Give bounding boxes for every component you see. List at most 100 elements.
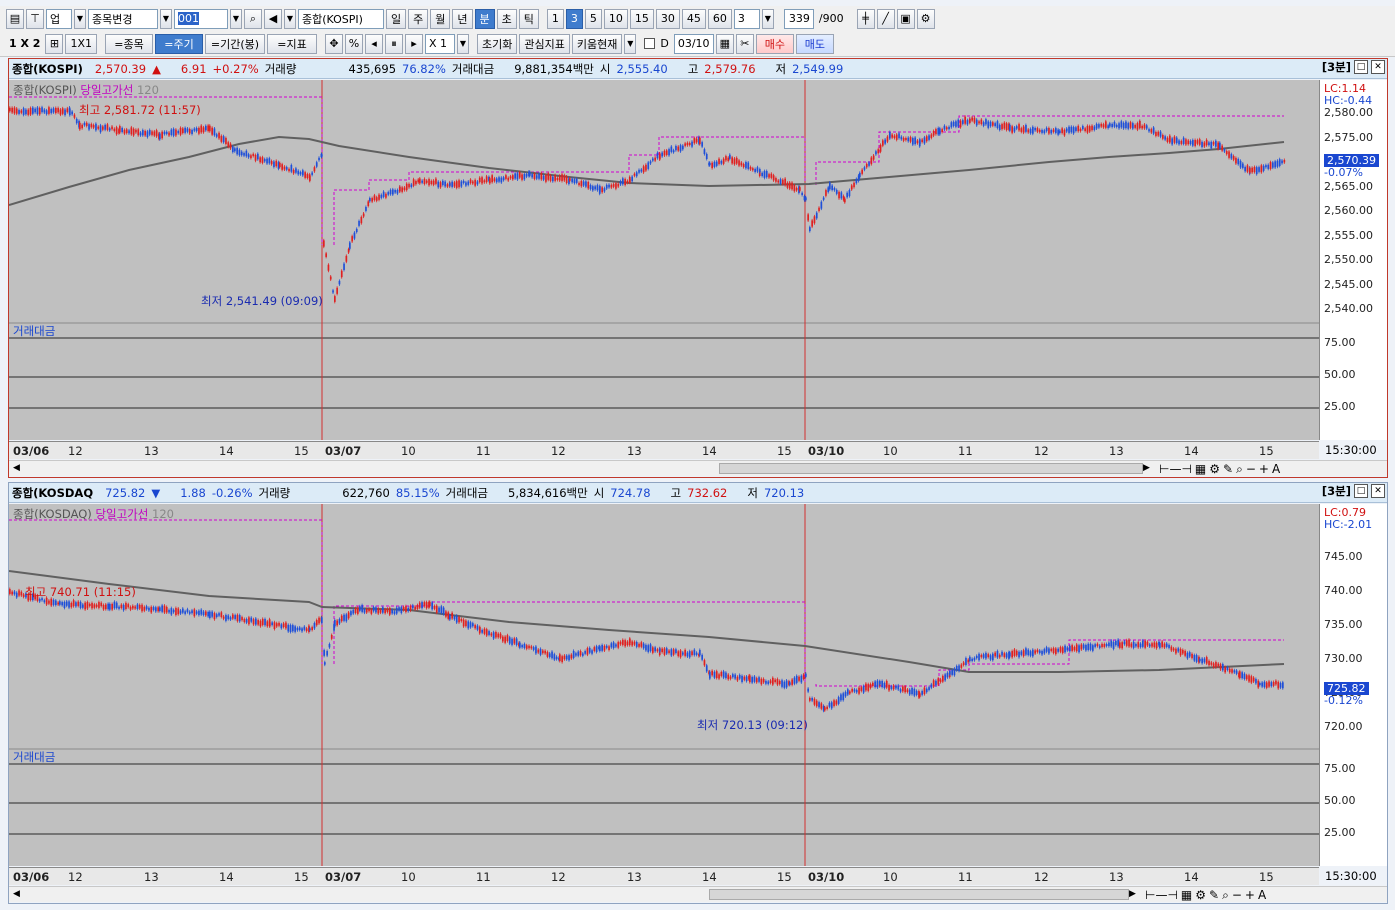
gear-icon[interactable]: ⚙ [916, 8, 935, 29]
period-tick[interactable]: 틱 [518, 8, 539, 29]
chevron-down-icon[interactable]: ▼ [457, 33, 469, 54]
stock-change-combo[interactable]: 종목변경 [88, 8, 158, 29]
market-combo[interactable]: 업 [46, 8, 72, 29]
scissors-icon[interactable]: ✂ [735, 33, 754, 54]
period-day[interactable]: 일 [386, 8, 407, 29]
period-month[interactable]: 월 [430, 8, 451, 29]
chevron-down-icon[interactable]: ▼ [230, 8, 242, 29]
code-input[interactable]: 001 [174, 8, 228, 29]
zoom-in-icon[interactable]: + [1259, 462, 1269, 476]
zoom-combo[interactable]: X 1 [425, 33, 455, 54]
tool-icon[interactable]: ▦ [1181, 888, 1192, 902]
period-year[interactable]: 년 [452, 8, 473, 29]
font-icon[interactable]: A [1272, 462, 1280, 476]
interval-30[interactable]: 30 [655, 8, 680, 29]
kiwoom-current-combo[interactable]: 키움현재 [571, 33, 623, 54]
sync-stock-button[interactable]: =종목 [105, 33, 153, 54]
kosdaq-scrollbar[interactable]: ◀ ▶ ⊢—⊣ ▦ ⚙ ✎ ⌕ − + A [9, 886, 1387, 902]
interval-3[interactable]: 3 [565, 8, 583, 29]
pause-icon[interactable]: ⏸ [385, 33, 403, 54]
kosdaq-price-area[interactable]: 종합(KOSDAQ) 당일고가선 120 최고 740.71 (11:15) 최… [8, 504, 1319, 866]
zoom-out-icon[interactable]: − [1246, 462, 1256, 476]
chevron-down-icon[interactable]: ▼ [74, 8, 86, 29]
stock-name-field[interactable]: 종합(KOSPI) [298, 8, 384, 29]
scroll-thumb[interactable] [719, 463, 1143, 474]
font-icon[interactable]: A [1258, 888, 1266, 902]
maximize-icon[interactable]: □ [1354, 484, 1368, 498]
chevron-down-icon[interactable]: ▼ [284, 8, 296, 29]
candle-body [268, 158, 271, 164]
save-icon[interactable]: ▣ [896, 8, 915, 29]
period-minute[interactable]: 분 [474, 8, 495, 29]
candle-icon[interactable]: ╪ [856, 8, 875, 29]
x-tick: 10 [883, 870, 898, 884]
crosshair-icon[interactable]: ✥ [325, 33, 343, 54]
interval-combo[interactable]: 3 [733, 8, 760, 29]
draw-icon[interactable]: ✎ [1223, 462, 1233, 476]
buy-button[interactable]: 매수 [755, 33, 794, 54]
calendar-icon[interactable]: ▦ [715, 33, 734, 54]
interval-45[interactable]: 45 [681, 8, 706, 29]
search-icon[interactable]: ⌕ [244, 8, 262, 29]
day-high-line [815, 115, 1284, 185]
period-week[interactable]: 주 [408, 8, 429, 29]
interval-5[interactable]: 5 [584, 8, 602, 29]
layout-label[interactable]: 1 X 2 [6, 37, 43, 50]
chevron-down-icon[interactable]: ▼ [761, 8, 774, 29]
scroll-left-icon[interactable]: ◀ [13, 889, 20, 899]
kospi-price-area[interactable]: 종합(KOSPI) 당일고가선 120 최고 2,581.72 (11:57) … [8, 80, 1319, 440]
scroll-right-icon[interactable]: ▶ [1129, 889, 1136, 899]
slider-icon[interactable]: ⊢—⊣ [1145, 888, 1178, 902]
date-input[interactable]: 03/10 [673, 33, 714, 54]
sync-period-button[interactable]: =주기 [155, 33, 203, 54]
layout-1x1-button[interactable]: 1X1 [65, 33, 97, 54]
layout-icon[interactable]: ▤ [6, 8, 24, 29]
scroll-thumb[interactable] [709, 889, 1129, 900]
percent-button[interactable]: % [345, 33, 363, 54]
grid-icon[interactable]: ⊞ [45, 33, 64, 54]
draw-icon[interactable]: ✎ [1209, 888, 1219, 902]
zoom-out-icon[interactable]: − [1232, 888, 1242, 902]
close-icon[interactable]: ✕ [1371, 484, 1385, 498]
reset-button[interactable]: 초기화 [477, 33, 518, 54]
sync-indicator-button[interactable]: =지표 [267, 33, 317, 54]
chevron-down-icon[interactable]: ▼ [624, 33, 637, 54]
interval-10[interactable]: 10 [603, 8, 628, 29]
slider-icon[interactable]: ⊢—⊣ [1159, 462, 1192, 476]
candle-body [1193, 655, 1196, 661]
maximize-icon[interactable]: □ [1354, 60, 1368, 74]
interval-15[interactable]: 15 [629, 8, 654, 29]
scroll-right-icon[interactable]: ▶ [1143, 463, 1150, 473]
interval-1[interactable]: 1 [546, 8, 564, 29]
candle-body [703, 660, 706, 666]
zoom-icon[interactable]: ⌕ [1222, 888, 1229, 903]
settings-icon[interactable]: ⚙ [1195, 888, 1206, 902]
next-icon[interactable]: ▸ [405, 33, 423, 54]
settings-icon[interactable]: ⚙ [1209, 462, 1220, 476]
kospi-scrollbar[interactable]: ◀ ▶ ⊢—⊣ ▦ ⚙ ✎ ⌕ − + A [9, 460, 1387, 476]
candle-body [755, 678, 758, 683]
draw-icon[interactable]: ╱ [876, 8, 895, 29]
zoom-icon[interactable]: ⌕ [1236, 462, 1243, 477]
chevron-down-icon[interactable]: ▼ [160, 8, 172, 29]
zoom-in-icon[interactable]: + [1245, 888, 1255, 902]
d-checkbox[interactable] [644, 38, 656, 49]
change-value: 1.88 [180, 485, 206, 500]
candle-body [935, 129, 937, 135]
candle-body [777, 180, 780, 183]
favorites-button[interactable]: 관심지표 [519, 33, 570, 54]
prev-icon[interactable]: ◂ [365, 33, 383, 54]
candle-body [605, 645, 608, 648]
interval-60[interactable]: 60 [707, 8, 732, 29]
candle-body [1157, 131, 1160, 136]
close-icon[interactable]: ✕ [1371, 60, 1385, 74]
candle-body [891, 134, 893, 138]
tool-icon[interactable]: ▦ [1195, 462, 1206, 476]
speaker-icon[interactable]: ◀ [264, 8, 282, 29]
sync-range-button[interactable]: =기간(봉) [205, 33, 265, 54]
count-input[interactable]: 339 [783, 8, 814, 29]
pin-icon[interactable]: ⊤ [26, 8, 44, 29]
scroll-left-icon[interactable]: ◀ [13, 463, 20, 473]
period-second[interactable]: 초 [496, 8, 517, 29]
sell-button[interactable]: 매도 [795, 33, 834, 54]
